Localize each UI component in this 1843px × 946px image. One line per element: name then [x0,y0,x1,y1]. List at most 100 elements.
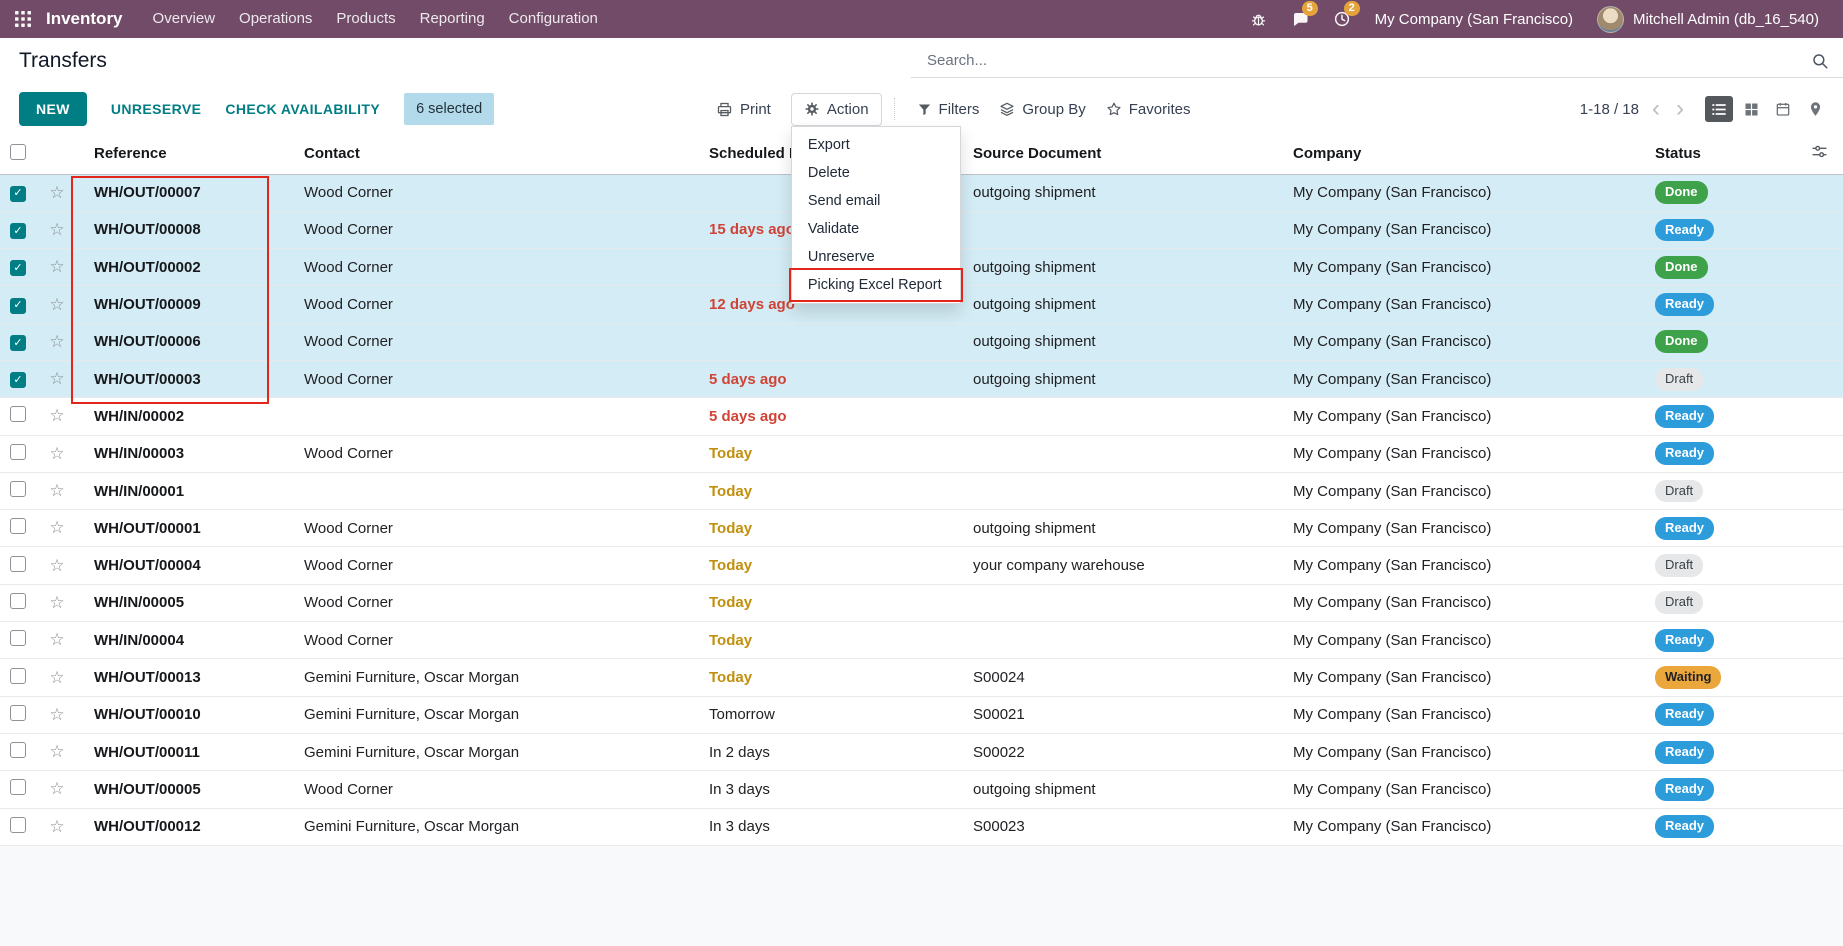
table-row[interactable]: ☆ WH/IN/00001 Today My Company (San Fran… [0,472,1843,509]
row-checkbox[interactable] [10,779,26,795]
favorite-star-icon[interactable]: ☆ [49,369,64,388]
nav-item-operations[interactable]: Operations [227,0,324,38]
table-row[interactable]: ☆ WH/OUT/00010 Gemini Furniture, Oscar M… [0,696,1843,733]
favorites-button[interactable]: Favorites [1096,94,1201,125]
favorite-star-icon[interactable]: ☆ [49,593,64,612]
column-header-source-document[interactable]: Source Document [957,134,1277,174]
debug-bug-icon[interactable] [1250,11,1267,28]
pager-next-button[interactable]: › [1673,97,1687,121]
favorite-star-icon[interactable]: ☆ [49,630,64,649]
action-menu-item-export[interactable]: Export [792,131,960,159]
action-button[interactable]: Action [791,93,882,126]
search-icon[interactable] [1811,52,1829,70]
favorite-star-icon[interactable]: ☆ [49,779,64,798]
action-menu-item-unreserve[interactable]: Unreserve [792,243,960,271]
action-menu-item-picking-excel-report[interactable]: Picking Excel Report [792,271,960,299]
activities-count-badge: 2 [1344,1,1360,16]
row-checkbox[interactable] [10,630,26,646]
row-checkbox[interactable]: ✓ [10,372,26,388]
row-checkbox[interactable] [10,593,26,609]
column-header-contact[interactable]: Contact [288,134,693,174]
row-checkbox[interactable] [10,444,26,460]
table-row[interactable]: ☆ WH/IN/00005 Wood Corner Today My Compa… [0,584,1843,621]
messages-icon[interactable]: 5 [1291,10,1309,28]
app-name[interactable]: Inventory [46,9,123,29]
table-row[interactable]: ☆ WH/OUT/00004 Wood Corner Today your co… [0,547,1843,584]
favorite-star-icon[interactable]: ☆ [49,518,64,537]
row-checkbox[interactable]: ✓ [10,186,26,202]
scheduled-date-cell: Today [693,622,957,659]
source-document-cell: your company warehouse [957,547,1277,584]
favorite-star-icon[interactable]: ☆ [49,444,64,463]
favorite-star-icon[interactable]: ☆ [49,556,64,575]
favorite-star-icon[interactable]: ☆ [49,257,64,276]
table-row[interactable]: ☆ WH/IN/00003 Wood Corner Today My Compa… [0,435,1843,472]
favorite-star-icon[interactable]: ☆ [49,705,64,724]
favorite-star-icon[interactable]: ☆ [49,742,64,761]
favorite-star-icon[interactable]: ☆ [49,481,64,500]
activities-clock-icon[interactable]: 2 [1333,10,1351,28]
favorite-star-icon[interactable]: ☆ [49,220,64,239]
column-header-status[interactable]: Status [1639,134,1795,174]
company-cell: My Company (San Francisco) [1277,398,1639,435]
row-checkbox[interactable] [10,668,26,684]
group-by-button[interactable]: Group By [989,94,1095,125]
column-header-company[interactable]: Company [1277,134,1639,174]
unreserve-button[interactable]: UNRESERVE [111,101,201,117]
row-checkbox[interactable] [10,742,26,758]
row-checkbox[interactable] [10,518,26,534]
select-all-checkbox[interactable] [10,144,26,160]
filters-button[interactable]: Filters [907,94,990,125]
action-menu-item-delete[interactable]: Delete [792,159,960,187]
table-row[interactable]: ☆ WH/OUT/00005 Wood Corner In 3 days out… [0,771,1843,808]
table-row[interactable]: ☆ WH/IN/00004 Wood Corner Today My Compa… [0,622,1843,659]
row-checkbox[interactable]: ✓ [10,298,26,314]
apps-menu-button[interactable] [0,0,46,38]
selected-count-badge: 6 selected [404,93,494,125]
nav-item-configuration[interactable]: Configuration [497,0,610,38]
view-map-button[interactable] [1801,96,1829,122]
nav-item-reporting[interactable]: Reporting [408,0,497,38]
view-kanban-button[interactable] [1737,96,1765,122]
row-checkbox[interactable] [10,556,26,572]
table-row[interactable]: ✓ ☆ WH/OUT/00003 Wood Corner 5 days ago … [0,360,1843,397]
print-button[interactable]: Print [706,94,781,125]
action-menu-item-validate[interactable]: Validate [792,215,960,243]
new-button[interactable]: NEW [19,92,87,126]
search-input[interactable] [925,51,1803,70]
row-checkbox[interactable]: ✓ [10,260,26,276]
column-options-icon[interactable] [1811,143,1828,160]
view-list-button[interactable] [1705,96,1733,122]
table-row[interactable]: ✓ ☆ WH/OUT/00006 Wood Corner outgoing sh… [0,323,1843,360]
company-switcher[interactable]: My Company (San Francisco) [1375,11,1573,28]
favorite-star-icon[interactable]: ☆ [49,183,64,202]
user-menu[interactable]: Mitchell Admin (db_16_540) [1597,6,1819,33]
view-calendar-button[interactable] [1769,96,1797,122]
row-checkbox[interactable]: ✓ [10,223,26,239]
table-row[interactable]: ☆ WH/OUT/00011 Gemini Furniture, Oscar M… [0,733,1843,770]
pager-range: 1-18 / 18 [1580,101,1639,118]
search-bar[interactable] [911,44,1843,78]
table-row[interactable]: ☆ WH/OUT/00001 Wood Corner Today outgoin… [0,510,1843,547]
nav-item-products[interactable]: Products [324,0,407,38]
favorite-star-icon[interactable]: ☆ [49,295,64,314]
row-checkbox[interactable]: ✓ [10,335,26,351]
action-menu-item-send-email[interactable]: Send email [792,187,960,215]
row-checkbox[interactable] [10,817,26,833]
column-header-reference[interactable]: Reference [78,134,288,174]
favorites-label: Favorites [1129,101,1191,118]
favorite-star-icon[interactable]: ☆ [49,668,64,687]
favorite-star-icon[interactable]: ☆ [49,406,64,425]
favorite-star-icon[interactable]: ☆ [49,817,64,836]
favorite-star-icon[interactable]: ☆ [49,332,64,351]
layers-icon [999,101,1015,117]
row-checkbox[interactable] [10,705,26,721]
pager-previous-button[interactable]: ‹ [1649,97,1663,121]
row-checkbox[interactable] [10,406,26,422]
row-checkbox[interactable] [10,481,26,497]
table-row[interactable]: ☆ WH/IN/00002 5 days ago My Company (San… [0,398,1843,435]
table-row[interactable]: ☆ WH/OUT/00013 Gemini Furniture, Oscar M… [0,659,1843,696]
nav-item-overview[interactable]: Overview [141,0,228,38]
check-availability-button[interactable]: CHECK AVAILABILITY [225,101,380,117]
table-row[interactable]: ☆ WH/OUT/00012 Gemini Furniture, Oscar M… [0,808,1843,845]
